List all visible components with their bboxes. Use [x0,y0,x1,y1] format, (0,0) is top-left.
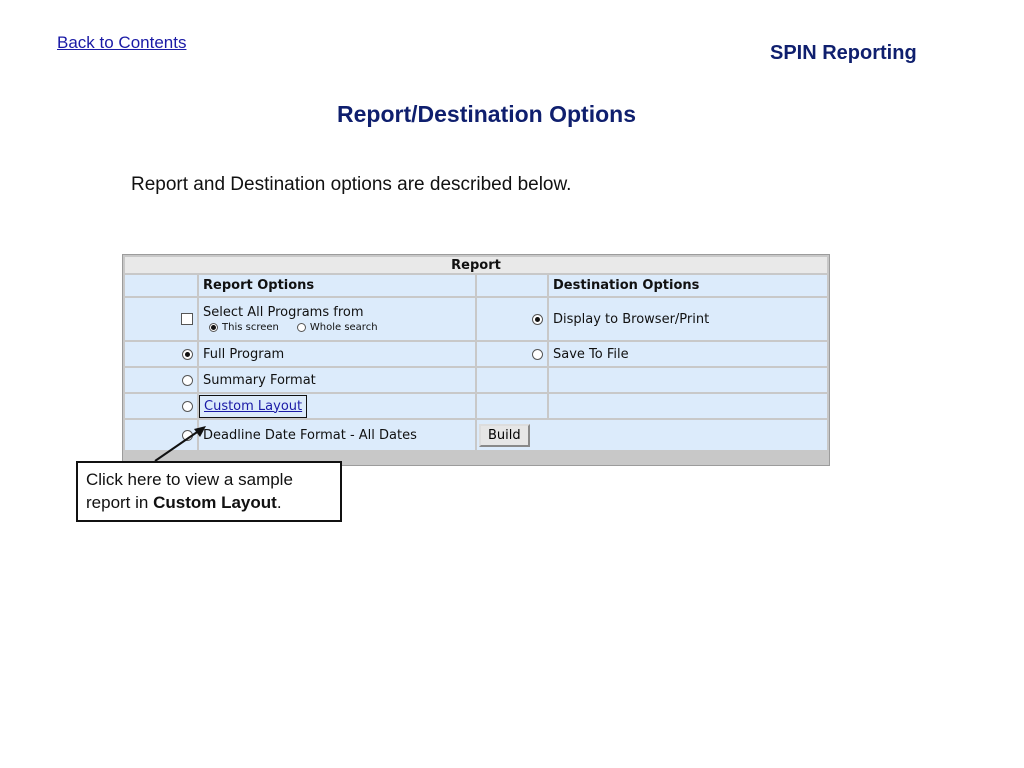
brand-title: SPIN Reporting [770,42,917,64]
full-program-label: Full Program [199,342,475,366]
callout-bold-text: Custom Layout [153,493,277,512]
display-browser-radio[interactable] [532,313,543,325]
callout-text-end: . [276,493,282,512]
custom-layout-highlight: Custom Layout [199,394,308,418]
build-button[interactable]: Build [479,423,530,447]
full-program-radio[interactable] [182,348,193,360]
report-options-table: Report Report Options Destination Option… [123,255,829,452]
custom-layout-link[interactable]: Custom Layout [204,399,302,414]
select-all-label: Select All Programs from [203,305,364,320]
intro-text: Report and Destination options are descr… [131,174,572,195]
destination-options-heading: Destination Options [549,275,827,296]
this-screen-radio[interactable] [209,323,218,332]
this-screen-label: This screen [222,322,279,333]
summary-format-label: Summary Format [199,368,475,392]
page-title: Report/Destination Options [337,101,636,127]
whole-search-radio[interactable] [296,323,306,332]
back-to-contents-link[interactable]: Back to Contents [57,33,186,53]
deadline-format-label: Deadline Date Format - All Dates [199,420,475,450]
custom-layout-radio[interactable] [182,400,193,412]
summary-format-radio[interactable] [182,374,193,386]
callout-note: Click here to view a sample report in Cu… [76,461,342,522]
save-to-file-label: Save To File [549,342,827,366]
select-all-checkbox[interactable] [181,313,193,325]
report-panel: Report Report Options Destination Option… [122,254,830,466]
report-header: Report [125,257,827,273]
report-options-heading: Report Options [199,275,475,296]
deadline-format-radio[interactable] [182,429,193,441]
whole-search-label: Whole search [309,322,378,333]
display-browser-label: Display to Browser/Print [549,298,827,340]
save-to-file-radio[interactable] [532,348,543,360]
